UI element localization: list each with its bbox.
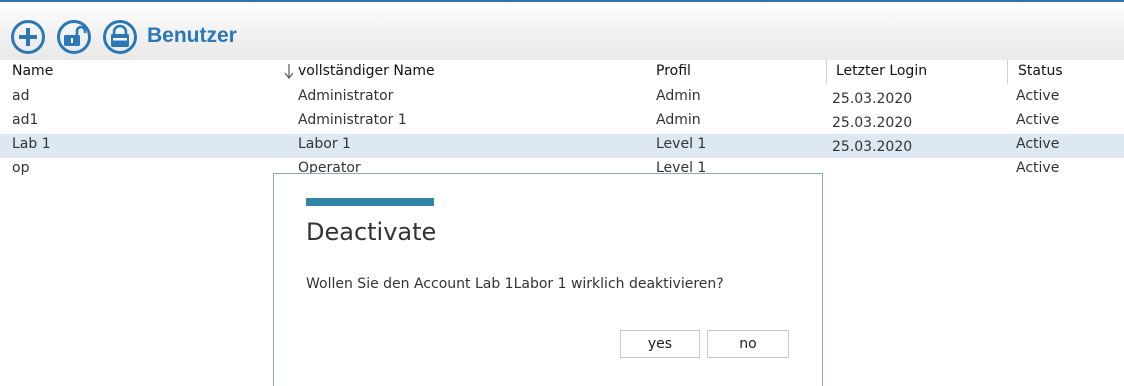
cell-status: Active	[1016, 112, 1060, 128]
toolbar: Benutzer	[0, 2, 1124, 60]
table-row[interactable]: ad Administrator Admin 25.03.2020 Active	[0, 86, 1124, 110]
cell-profile: Admin	[656, 88, 701, 104]
unlock-icon[interactable]	[56, 19, 92, 55]
column-header-full-name[interactable]: vollständiger Name	[298, 63, 435, 79]
cell-last-login: 25.03.2020	[832, 91, 913, 107]
page-title: Benutzer	[147, 24, 237, 47]
cell-profile: Level 1	[656, 136, 707, 152]
dialog-title: Deactivate	[306, 218, 437, 246]
cell-status: Active	[1016, 136, 1060, 152]
table-header: Name vollständiger Name Profil Letzter L…	[0, 60, 1124, 84]
column-header-status[interactable]: Status	[1018, 63, 1063, 79]
deactivate-dialog: Deactivate Wollen Sie den Account Lab 1L…	[273, 173, 823, 386]
lock-icon[interactable]	[102, 19, 138, 55]
column-header-last-login[interactable]: Letzter Login	[836, 63, 927, 79]
cell-last-login: 25.03.2020	[832, 139, 913, 155]
cell-name: Lab 1	[12, 136, 51, 152]
column-header-name[interactable]: Name	[12, 63, 53, 79]
table-row[interactable]: ad1 Administrator 1 Admin 25.03.2020 Act…	[0, 110, 1124, 134]
cell-name: ad	[12, 88, 30, 104]
column-divider[interactable]	[826, 60, 827, 84]
column-header-profile[interactable]: Profil	[656, 63, 691, 79]
cell-full-name: Administrator	[298, 88, 394, 104]
cell-full-name: Administrator 1	[298, 112, 407, 128]
dialog-message: Wollen Sie den Account Lab 1Labor 1 wirk…	[306, 276, 724, 292]
yes-button[interactable]: yes	[620, 330, 700, 358]
cell-status: Active	[1016, 88, 1060, 104]
cell-profile: Admin	[656, 112, 701, 128]
sort-down-icon	[284, 64, 294, 79]
no-button[interactable]: no	[707, 330, 789, 358]
cell-last-login: 25.03.2020	[832, 115, 913, 131]
add-icon[interactable]	[10, 19, 46, 55]
table-row-selected[interactable]: Lab 1 Labor 1 Level 1 25.03.2020 Active	[0, 134, 1124, 158]
column-divider[interactable]	[1007, 60, 1008, 84]
cell-full-name: Labor 1	[298, 136, 351, 152]
dialog-accent-bar	[306, 198, 434, 206]
cell-name: ad1	[12, 112, 39, 128]
cell-status: Active	[1016, 160, 1060, 176]
cell-name: op	[12, 160, 30, 176]
